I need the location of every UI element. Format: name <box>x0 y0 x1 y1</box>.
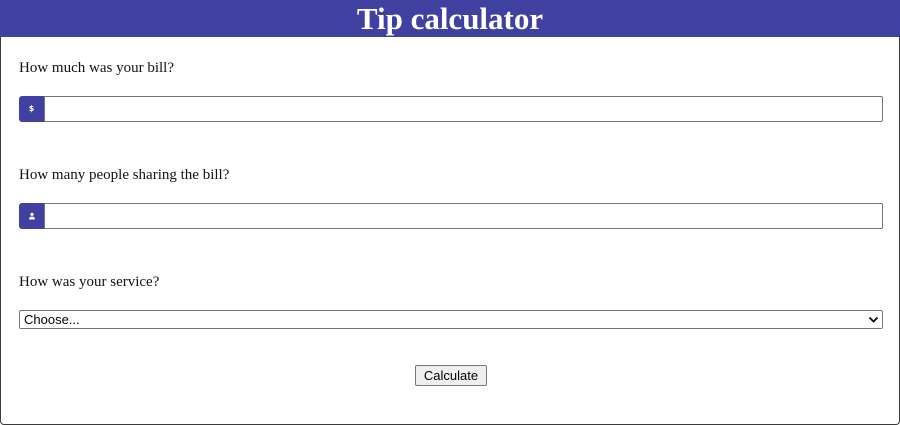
dollar-sign-icon: $ <box>28 104 35 113</box>
bill-label: How much was your bill? <box>19 60 174 76</box>
people-count-input[interactable] <box>44 203 883 229</box>
bill-amount-input[interactable] <box>44 96 883 122</box>
page-header: Tip calculator <box>0 0 900 37</box>
chevron-down-icon <box>868 316 879 323</box>
service-select-value: Choose... <box>24 312 80 327</box>
dollar-addon: $ <box>19 96 44 122</box>
calculate-button[interactable]: Calculate <box>415 365 487 386</box>
service-select[interactable]: Choose... <box>19 310 883 329</box>
person-icon <box>28 212 35 219</box>
service-label: How was your service? <box>19 274 160 290</box>
tip-calculator-page: Tip calculator How much was your bill? $… <box>0 0 900 425</box>
page-title: Tip calculator <box>356 1 544 36</box>
people-addon <box>19 203 44 229</box>
people-label: How many people sharing the bill? <box>19 167 230 183</box>
